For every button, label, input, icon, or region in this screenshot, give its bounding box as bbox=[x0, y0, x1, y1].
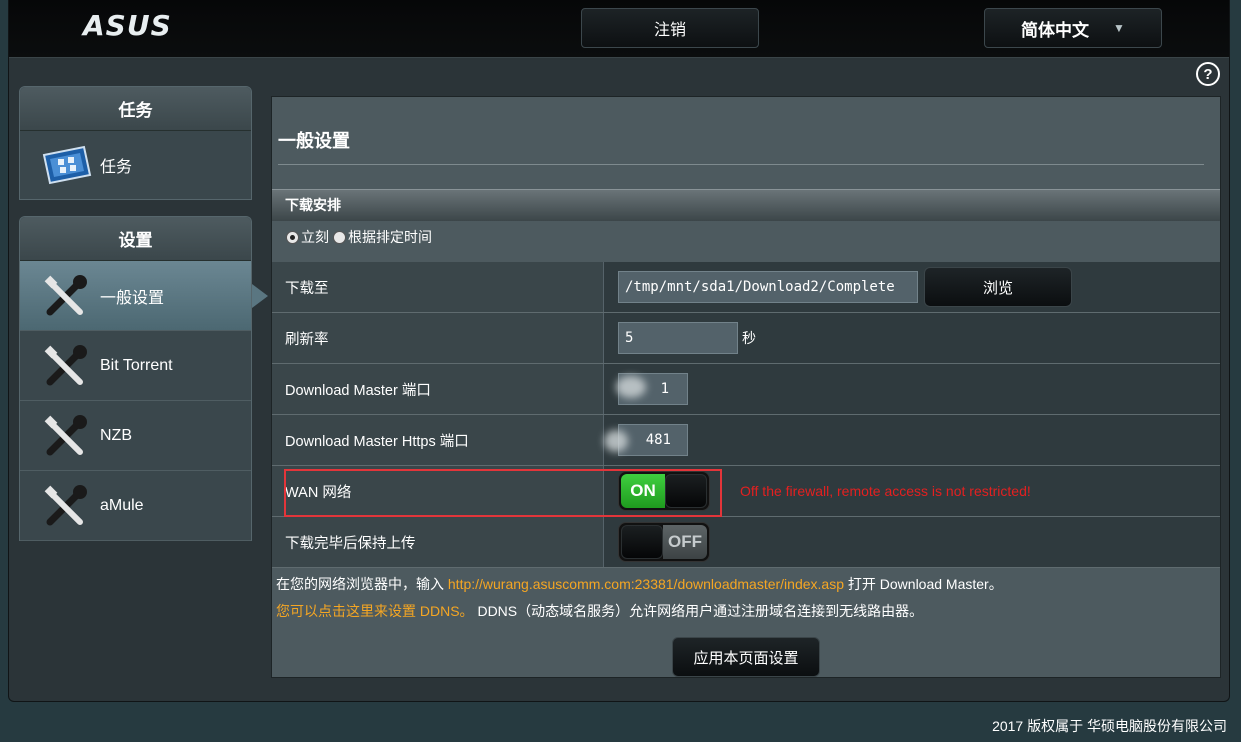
info-line-ddns: 您可以点击这里来设置 DDNS。 DDNS（动态域名服务）允许网络用户通过注册域… bbox=[276, 601, 923, 621]
dm-https-port-input[interactable]: 481 bbox=[618, 424, 688, 456]
section-header: 下载安排 bbox=[272, 189, 1220, 221]
title-divider bbox=[278, 164, 1204, 165]
language-label: 简体中文 bbox=[1021, 20, 1090, 40]
refresh-rate-input[interactable]: 5 bbox=[618, 322, 738, 354]
refresh-rate-label: 刷新率 bbox=[272, 313, 604, 363]
table-row: Download Master Https 端口 481 bbox=[272, 415, 1220, 466]
sidebar-item-label: Bit Torrent bbox=[100, 356, 173, 374]
radio-immediately[interactable] bbox=[286, 230, 299, 244]
dm-port-label: Download Master 端口 bbox=[272, 364, 604, 414]
schedule-options: 立刻 根据排定时间 bbox=[286, 227, 436, 247]
sidebar-item-label: 任务 bbox=[100, 159, 133, 176]
table-row: 下载完毕后保持上传 OFF bbox=[272, 517, 1220, 568]
firewall-warning: Off the firewall, remote access is not r… bbox=[740, 483, 1031, 499]
wan-label: WAN 网络 bbox=[272, 466, 604, 516]
toggle-off-text: OFF bbox=[663, 525, 707, 559]
app-frame: ASUS 注销 简体中文 ▼ ? 任务 任务 设置 一般设置 Bit Torre… bbox=[8, 0, 1230, 702]
table-row: 下载至 /tmp/mnt/sda1/Download2/Complete 浏览 bbox=[272, 262, 1220, 313]
dm-https-port-label: Download Master Https 端口 bbox=[272, 415, 604, 465]
info-suffix: 打开 Download Master。 bbox=[844, 576, 1003, 592]
radio-scheduled-label: 根据排定时间 bbox=[348, 229, 432, 245]
toggle-on-text: ON bbox=[621, 474, 665, 508]
sidebar-item-label: aMule bbox=[100, 496, 144, 514]
sidebar-settings-title: 设置 bbox=[20, 217, 251, 261]
table-row: WAN 网络 ON Off the firewall, remote acces… bbox=[272, 466, 1220, 517]
chevron-down-icon: ▼ bbox=[1113, 21, 1125, 35]
radio-immediately-label: 立刻 bbox=[301, 229, 329, 245]
tools-icon bbox=[38, 274, 94, 318]
redaction-blur bbox=[604, 430, 628, 452]
download-to-label: 下载至 bbox=[272, 262, 604, 312]
keep-upload-toggle[interactable]: OFF bbox=[618, 522, 710, 562]
table-row: 刷新率 5 秒 bbox=[272, 313, 1220, 364]
asus-logo: ASUS bbox=[83, 9, 172, 42]
browse-button[interactable]: 浏览 bbox=[924, 267, 1072, 307]
sidebar-task-section: 任务 任务 bbox=[19, 86, 252, 200]
info-line-access: 在您的网络浏览器中，输入 http://wurang.asuscomm.com:… bbox=[276, 574, 1003, 594]
keep-upload-label: 下载完毕后保持上传 bbox=[272, 517, 604, 567]
sidebar-task-title: 任务 bbox=[20, 87, 251, 131]
task-screen-icon bbox=[38, 143, 94, 187]
footer-copyright: 2017 版权属于 华硕电脑股份有限公司 bbox=[992, 718, 1227, 734]
sidebar-item-tasks[interactable]: 任务 bbox=[20, 131, 251, 199]
tools-icon bbox=[38, 484, 94, 528]
sidebar-item-nzb[interactable]: NZB bbox=[20, 401, 251, 471]
main-panel: 一般设置 下载安排 立刻 根据排定时间 下载至 /tmp/mnt/sda1/Do… bbox=[271, 96, 1221, 678]
sidebar-item-bit-torrent[interactable]: Bit Torrent bbox=[20, 331, 251, 401]
logout-button[interactable]: 注销 bbox=[581, 8, 759, 48]
toggle-knob bbox=[621, 525, 663, 559]
sidebar-item-label: 一般设置 bbox=[100, 289, 165, 307]
download-path-input[interactable]: /tmp/mnt/sda1/Download2/Complete bbox=[618, 271, 918, 303]
language-select[interactable]: 简体中文 ▼ bbox=[984, 8, 1162, 48]
toggle-knob bbox=[665, 474, 707, 508]
wan-toggle[interactable]: ON bbox=[618, 471, 710, 511]
tools-icon bbox=[38, 414, 94, 458]
tools-icon bbox=[38, 344, 94, 388]
top-bar: ASUS 注销 简体中文 ▼ bbox=[9, 0, 1229, 58]
sidebar-item-label: NZB bbox=[100, 426, 132, 444]
radio-scheduled[interactable] bbox=[333, 230, 346, 244]
info-prefix: 在您的网络浏览器中，输入 bbox=[276, 576, 448, 592]
settings-table: 下载至 /tmp/mnt/sda1/Download2/Complete 浏览 … bbox=[272, 262, 1220, 568]
sidebar-item-general-settings[interactable]: 一般设置 bbox=[20, 261, 268, 331]
refresh-rate-unit: 秒 bbox=[742, 330, 756, 346]
download-master-link[interactable]: http://wurang.asuscomm.com:23381/downloa… bbox=[448, 576, 844, 592]
sidebar-settings-section: 设置 一般设置 Bit Torrent NZB aMule bbox=[19, 216, 268, 541]
ddns-description: DDNS（动态域名服务）允许网络用户通过注册域名连接到无线路由器。 bbox=[473, 603, 924, 619]
apply-settings-button[interactable]: 应用本页面设置 bbox=[672, 637, 820, 677]
page-title: 一般设置 bbox=[278, 131, 350, 151]
sidebar-item-amule[interactable]: aMule bbox=[20, 471, 251, 541]
ddns-setup-link[interactable]: 您可以点击这里来设置 DDNS。 bbox=[276, 603, 474, 619]
table-row: Download Master 端口 1 bbox=[272, 364, 1220, 415]
redaction-blur bbox=[616, 376, 646, 398]
help-icon[interactable]: ? bbox=[1196, 62, 1220, 86]
